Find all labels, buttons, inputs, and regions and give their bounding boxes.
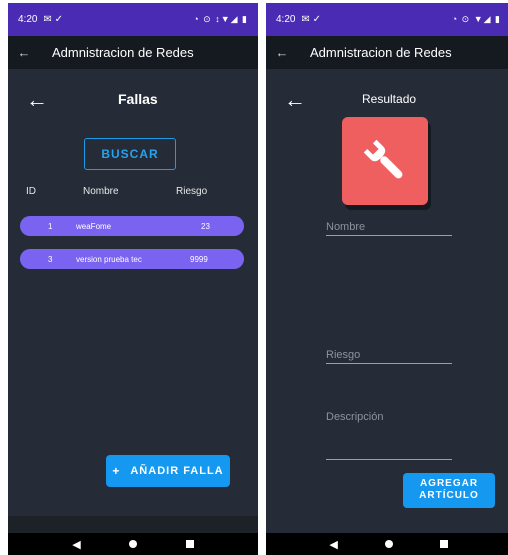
tool-tile (342, 117, 428, 205)
add-falla-label: AÑADIR FALLA (130, 465, 224, 477)
table-row[interactable]: 1 weaFome 23 (20, 216, 244, 236)
riesgo-underline (326, 363, 452, 364)
notification-icons: ✉ ✓ (301, 14, 322, 25)
riesgo-field[interactable]: Riesgo (326, 349, 360, 361)
row-nombre: version prueba tec (76, 255, 142, 264)
agregar-label-line1: AGREGAR (419, 478, 479, 489)
buscar-button[interactable]: BUSCAR (84, 138, 176, 170)
table-row[interactable]: 3 version prueba tec 9999 (20, 249, 244, 269)
nav-recents-icon[interactable] (185, 540, 194, 548)
nav-home-icon[interactable] (129, 540, 138, 548)
back-arrow-icon[interactable]: ← (284, 89, 306, 111)
resultado-screen: 4:20 ✉ ✓ ◔ ⊙ ▼◢ ▮ ← Admnistracion de Red… (266, 3, 508, 555)
wrench-icon (363, 139, 403, 179)
system-icons: ◔ ⊙ ↕▼◢ ▮ (193, 14, 248, 24)
column-header-id: ID (26, 186, 36, 197)
notification-icons: ✉ ✓ (43, 14, 64, 25)
app-bar: ← Admnistracion de Redes (266, 36, 508, 69)
system-icons: ◔ ⊙ ▼◢ ▮ (451, 14, 501, 24)
column-header-nombre: Nombre (83, 186, 119, 197)
row-id: 3 (48, 255, 53, 264)
nav-recents-icon[interactable] (439, 540, 448, 548)
descripcion-underline (326, 459, 452, 460)
back-arrow-icon[interactable]: ← (26, 89, 48, 111)
page-title: Fallas (118, 91, 158, 107)
system-nav-bar: ◀ (266, 533, 508, 555)
fallas-screen: 4:20 ✉ ✓ ◔ ⊙ ↕▼◢ ▮ ← Admnistracion de Re… (8, 3, 258, 555)
descripcion-field[interactable]: Descripción (326, 411, 383, 423)
nav-back-icon[interactable]: ◀ (72, 538, 80, 551)
plus-icon: + (112, 464, 121, 478)
row-riesgo: 9999 (190, 255, 208, 264)
nav-back-icon[interactable]: ◀ (329, 538, 337, 551)
row-nombre: weaFome (76, 222, 112, 231)
status-time: 4:20 (276, 14, 296, 25)
app-bar-back-icon[interactable]: ← (8, 45, 40, 60)
row-riesgo: 23 (201, 222, 210, 231)
row-id: 1 (48, 222, 53, 231)
app-bar-title: Admnistracion de Redes (310, 45, 452, 60)
page-title: Resultado (362, 92, 417, 106)
bottom-strip (8, 516, 258, 533)
nombre-underline (326, 235, 452, 236)
system-nav-bar: ◀ (8, 533, 258, 555)
app-bar-back-icon[interactable]: ← (266, 45, 298, 60)
app-bar-title: Admnistracion de Redes (52, 45, 194, 60)
column-header-riesgo: Riesgo (176, 186, 208, 197)
agregar-articulo-button[interactable]: AGREGAR ARTÍCULO (403, 473, 495, 508)
agregar-label-line2: ARTÍCULO (419, 490, 479, 501)
status-bar: 4:20 ✉ ✓ ◔ ⊙ ▼◢ ▮ (266, 3, 508, 36)
status-bar: 4:20 ✉ ✓ ◔ ⊙ ↕▼◢ ▮ (8, 3, 258, 36)
app-bar: ← Admnistracion de Redes (8, 36, 258, 69)
nav-home-icon[interactable] (384, 540, 393, 548)
add-falla-button[interactable]: + AÑADIR FALLA (106, 455, 230, 487)
nombre-field[interactable]: Nombre (326, 221, 365, 233)
status-time: 4:20 (18, 14, 38, 25)
